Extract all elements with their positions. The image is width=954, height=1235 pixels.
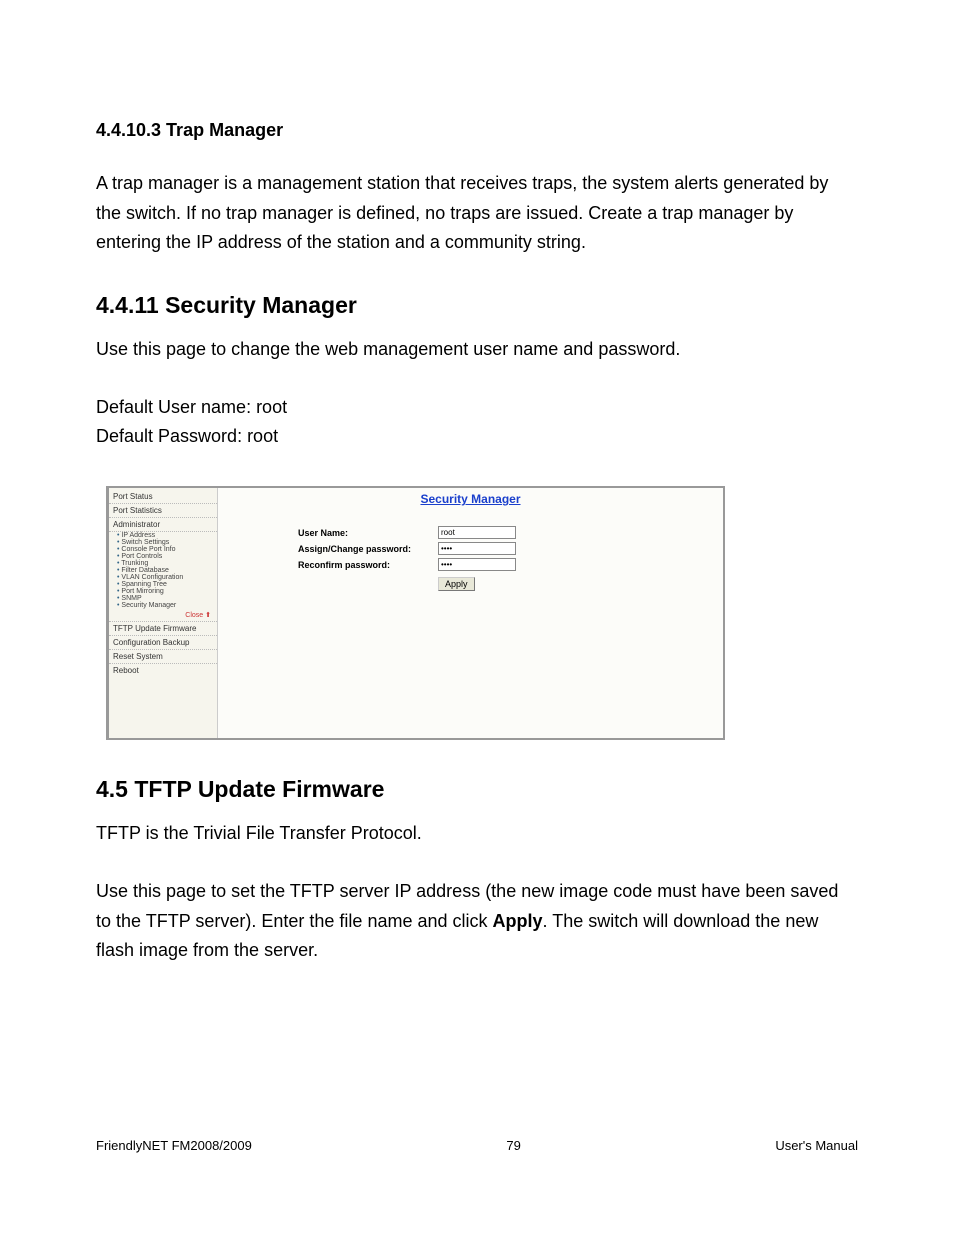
paragraph-tftp-1: TFTP is the Trivial File Transfer Protoc… bbox=[96, 819, 858, 849]
tftp2-bold: Apply bbox=[493, 911, 543, 931]
default-username: Default User name: root bbox=[96, 393, 858, 422]
input-username[interactable] bbox=[438, 526, 516, 539]
screenshot-content-pane: Security Manager User Name: Assign/Chang… bbox=[218, 488, 723, 738]
row-reconfirm-password: Reconfirm password: bbox=[228, 558, 713, 571]
footer-right: User's Manual bbox=[775, 1138, 858, 1153]
sidebar-item-reboot[interactable]: Reboot bbox=[109, 664, 217, 677]
input-reconfirm-password[interactable] bbox=[438, 558, 516, 571]
label-assign-password: Assign/Change password: bbox=[298, 544, 438, 554]
heading-trap-manager: 4.4.10.3 Trap Manager bbox=[96, 120, 858, 141]
sidebar-item-reset-system[interactable]: Reset System bbox=[109, 650, 217, 664]
default-password: Default Password: root bbox=[96, 422, 858, 451]
sidebar-item-administrator[interactable]: Administrator bbox=[109, 518, 217, 532]
paragraph-trap-manager: A trap manager is a management station t… bbox=[96, 169, 858, 258]
sidebar-close[interactable]: Close ⬆ bbox=[109, 609, 217, 622]
sidebar-sub-port-mirroring[interactable]: Port Mirroring bbox=[109, 588, 217, 595]
page-footer: FriendlyNET FM2008/2009 79 User's Manual bbox=[96, 1138, 858, 1153]
embedded-screenshot: Port Status Port Statistics Administrato… bbox=[106, 486, 725, 740]
sidebar-item-config-backup[interactable]: Configuration Backup bbox=[109, 636, 217, 650]
input-assign-password[interactable] bbox=[438, 542, 516, 555]
label-username: User Name: bbox=[298, 528, 438, 538]
sidebar-sub-console-port-info[interactable]: Console Port Info bbox=[109, 546, 217, 553]
sidebar-sub-switch-settings[interactable]: Switch Settings bbox=[109, 539, 217, 546]
paragraph-tftp-2: Use this page to set the TFTP server IP … bbox=[96, 877, 858, 966]
sidebar-item-port-status[interactable]: Port Status bbox=[109, 490, 217, 504]
paragraph-security-intro: Use this page to change the web manageme… bbox=[96, 335, 858, 365]
heading-tftp: 4.5 TFTP Update Firmware bbox=[96, 776, 858, 803]
row-assign-password: Assign/Change password: bbox=[228, 542, 713, 555]
sidebar-sub-port-controls[interactable]: Port Controls bbox=[109, 553, 217, 560]
row-apply: Apply bbox=[228, 574, 713, 592]
pane-title: Security Manager bbox=[228, 492, 713, 506]
footer-page-number: 79 bbox=[506, 1138, 520, 1153]
row-username: User Name: bbox=[228, 526, 713, 539]
sidebar-item-port-statistics[interactable]: Port Statistics bbox=[109, 504, 217, 518]
sidebar-item-tftp[interactable]: TFTP Update Firmware bbox=[109, 622, 217, 636]
page: 4.4.10.3 Trap Manager A trap manager is … bbox=[0, 0, 954, 1235]
sidebar-sub-security-manager[interactable]: Security Manager bbox=[109, 602, 217, 609]
sidebar-sub-vlan-config[interactable]: VLAN Configuration bbox=[109, 574, 217, 581]
sidebar-sub-spanning-tree[interactable]: Spanning Tree bbox=[109, 581, 217, 588]
sidebar-sub-trunking[interactable]: Trunking bbox=[109, 560, 217, 567]
screenshot-sidebar: Port Status Port Statistics Administrato… bbox=[109, 488, 218, 738]
sidebar-sub-ip-address[interactable]: IP Address bbox=[109, 532, 217, 539]
sidebar-sub-filter-database[interactable]: Filter Database bbox=[109, 567, 217, 574]
sidebar-sub-snmp[interactable]: SNMP bbox=[109, 595, 217, 602]
apply-button[interactable]: Apply bbox=[438, 577, 475, 591]
label-reconfirm-password: Reconfirm password: bbox=[298, 560, 438, 570]
footer-left: FriendlyNET FM2008/2009 bbox=[96, 1138, 252, 1153]
defaults-block: Default User name: root Default Password… bbox=[96, 393, 858, 451]
heading-security-manager: 4.4.11 Security Manager bbox=[96, 292, 858, 319]
